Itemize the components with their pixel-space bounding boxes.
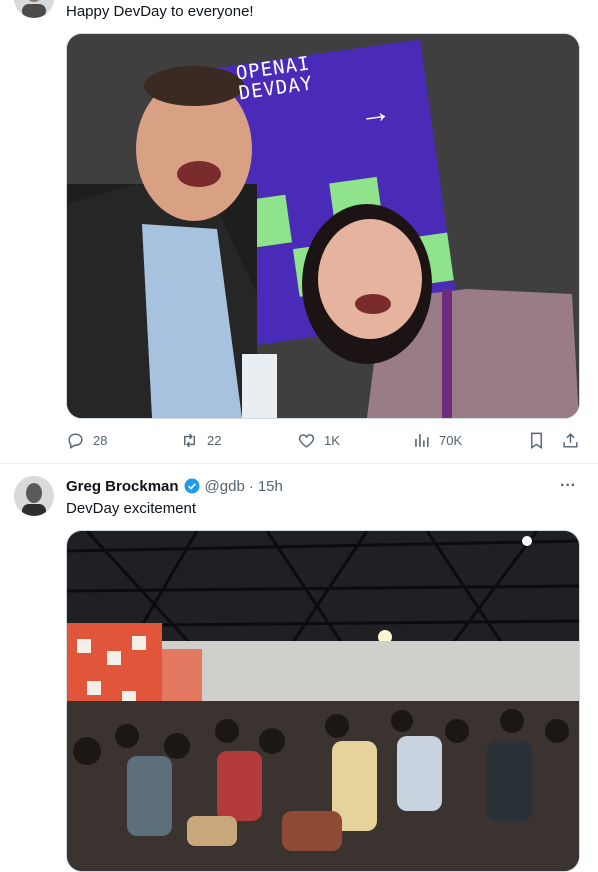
timestamp[interactable]: 15h <box>258 478 283 495</box>
avatar-tweet1[interactable] <box>14 0 54 18</box>
reply-count: 28 <box>93 433 108 448</box>
views-icon <box>415 434 429 447</box>
tweet1-text: Happy DevDay to everyone! <box>66 3 254 20</box>
tweet2-text: DevDay excitement <box>66 500 197 517</box>
conference-photo <box>67 531 579 871</box>
views-count: 70K <box>439 433 463 448</box>
verified-icon <box>184 478 200 494</box>
share-button[interactable] <box>561 431 580 450</box>
bookmark-icon <box>531 432 542 449</box>
tweet1-photo[interactable]: OPENAI DEVDAY → <box>66 33 580 419</box>
avatar-greg[interactable] <box>14 476 54 516</box>
bookmark-button[interactable] <box>527 431 546 450</box>
separator-dot: · <box>248 477 254 495</box>
tweet2-photo[interactable] <box>66 530 580 872</box>
retweet-icon <box>184 433 195 448</box>
retweet-count: 22 <box>207 433 222 448</box>
views-button[interactable]: 70K <box>412 431 462 450</box>
reply-button[interactable]: 28 <box>66 431 107 450</box>
tweet-divider <box>0 463 598 464</box>
share-icon <box>563 433 578 448</box>
like-button[interactable]: 1K <box>297 431 340 450</box>
author-handle[interactable]: @gdb <box>205 478 245 495</box>
retweet-button[interactable]: 22 <box>180 431 221 450</box>
reply-icon <box>68 433 83 449</box>
tweet2-header: Greg Brockman @gdb · 15h <box>66 477 283 495</box>
like-count: 1K <box>324 433 340 448</box>
author-name[interactable]: Greg Brockman <box>66 478 179 495</box>
more-icon: ··· <box>560 477 576 494</box>
like-icon <box>298 434 315 448</box>
more-button[interactable]: ··· <box>560 477 576 495</box>
sign-arrow: → <box>356 91 394 133</box>
